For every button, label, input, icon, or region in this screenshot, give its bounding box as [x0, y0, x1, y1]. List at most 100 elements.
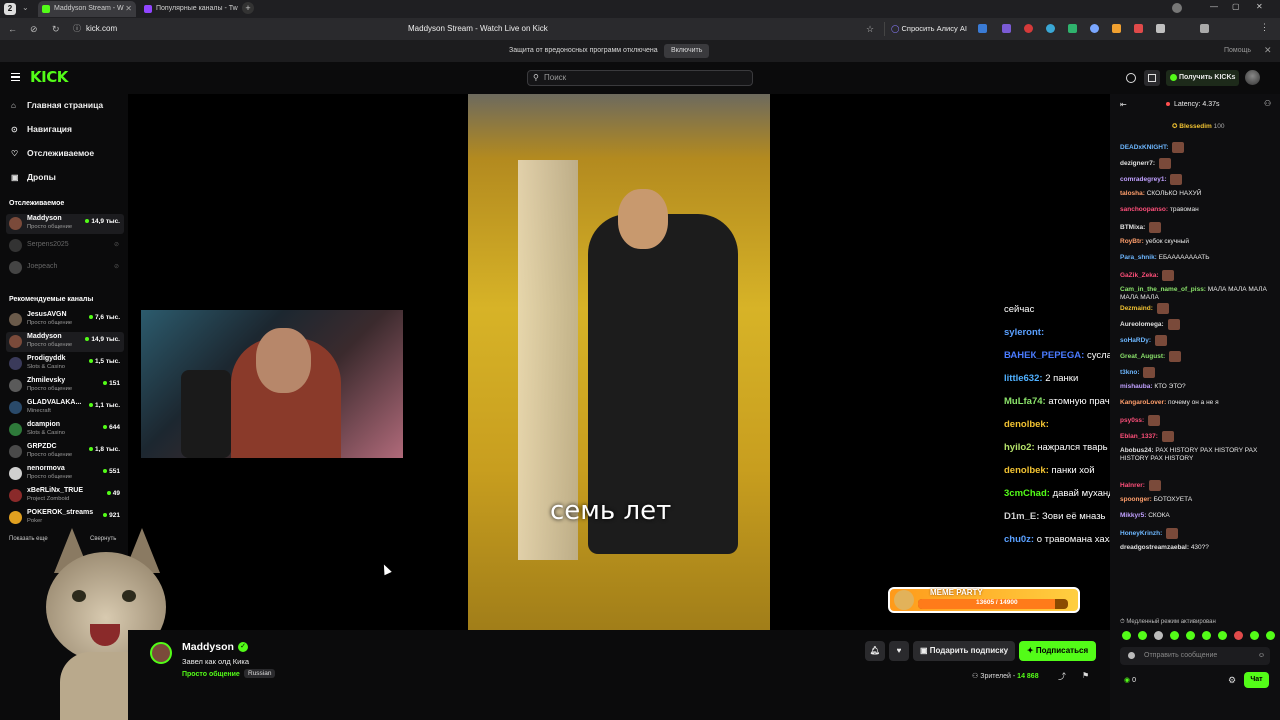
chat-username[interactable]: Cam_in_the_name_of_piss: — [1120, 286, 1206, 293]
sidebar-channel[interactable]: JesusAVGN Просто общение 7,6 тыс. — [6, 310, 124, 330]
nav-browse[interactable]: ⊙ Навигация — [11, 124, 72, 134]
chat-users-icon[interactable]: ⚇ — [1264, 99, 1271, 108]
avatar[interactable] — [1245, 70, 1260, 85]
kick-logo[interactable]: KICK — [30, 68, 68, 86]
chat-username[interactable]: HoneyKrinzh: — [1120, 530, 1162, 537]
extension-icon[interactable] — [978, 24, 987, 33]
chat-username[interactable]: BTMixa: — [1120, 224, 1145, 231]
chat-username[interactable]: DEADxKNIGHT: — [1120, 144, 1168, 151]
chat-username[interactable]: psy0ss: — [1120, 417, 1144, 424]
chat-username[interactable]: Aureolomega: — [1120, 321, 1164, 328]
sidebar-channel[interactable]: nenormova Просто общение 551 — [6, 464, 124, 484]
sidebar-channel[interactable]: Prodigyddk Slots & Casino 1,5 тыс. — [6, 354, 124, 374]
chat-username[interactable]: Great_August: — [1120, 353, 1165, 360]
chat-username[interactable]: GaZik_Zeka: — [1120, 272, 1159, 279]
chat-username[interactable]: RoyBtr: — [1120, 238, 1144, 245]
nav-home[interactable]: ⌂ Главная страница — [11, 100, 103, 110]
site-info-icon[interactable]: ⓘ — [73, 18, 81, 40]
search-input[interactable]: ⚲ Поиск — [527, 70, 753, 86]
nav-following[interactable]: ♡ Отслеживаемое — [11, 148, 94, 158]
maximize-icon[interactable]: ▢ — [1232, 2, 1240, 11]
emote-icon[interactable] — [1218, 631, 1227, 640]
new-tab-icon[interactable]: + — [242, 2, 254, 14]
sidebar-channel[interactable]: xBeRLiNx_TRUE Project Zomboid 49 — [6, 486, 124, 506]
clips-icon[interactable] — [1126, 73, 1136, 83]
chat-username[interactable]: KangaroLover: — [1120, 399, 1166, 406]
emote-icon[interactable] — [1250, 631, 1259, 640]
chat-username[interactable]: Halnrer: — [1120, 482, 1145, 489]
share-icon[interactable]: ⤴ — [1058, 671, 1066, 682]
stream-video[interactable]: семь лет — [468, 94, 770, 630]
sidebar-channel[interactable]: POKEROK_streams Poker 921 — [6, 508, 124, 528]
stream-category-link[interactable]: Просто общение — [182, 671, 240, 678]
extension-icon[interactable] — [1046, 24, 1055, 33]
chat-username[interactable]: Para_shnik: — [1120, 254, 1157, 261]
minimize-icon[interactable]: — — [1210, 2, 1218, 11]
bookmark-icon[interactable]: ☆ — [866, 18, 874, 40]
close-icon[interactable]: ✕ — [125, 1, 132, 17]
channel-points[interactable]: ◉ 0 — [1124, 676, 1136, 684]
chat-settings-icon[interactable]: ⚙ — [1228, 675, 1236, 686]
chat-username[interactable]: Abobus24: — [1120, 447, 1154, 454]
enable-protection-button[interactable]: Включить — [664, 44, 710, 58]
reload-icon[interactable]: ↻ — [52, 18, 60, 40]
menu-dots-icon[interactable]: ⋮ — [1260, 22, 1269, 33]
extension-icon[interactable] — [1156, 24, 1165, 33]
subscribe-button[interactable]: ✦ Подписаться — [1019, 641, 1096, 661]
sidebar-channel[interactable]: Maddyson Просто общение 14,9 тыс. — [6, 214, 124, 234]
sidebar-channel[interactable]: Maddyson Просто общение 14,9 тыс. — [6, 332, 124, 352]
forward-icon[interactable]: ⊘ — [30, 18, 38, 40]
chat-username[interactable]: dreadgostreamzaebal: — [1120, 544, 1189, 551]
emote-icon[interactable] — [1154, 631, 1163, 640]
emote-icon[interactable] — [1266, 631, 1275, 640]
sidebar-channel[interactable]: GLADVALAKA... Minecraft 1,1 тыс. — [6, 398, 124, 418]
gift-subscription-button[interactable]: ▣ Подарить подписку — [913, 641, 1015, 661]
extension-icon[interactable] — [1068, 24, 1077, 33]
report-icon[interactable]: ⚑ — [1082, 671, 1089, 680]
streamer-avatar[interactable] — [150, 642, 172, 664]
chat-username[interactable]: Dezmaind: — [1120, 305, 1153, 312]
ask-alice-button[interactable]: ◯ Спросить Алису AI — [884, 22, 973, 36]
emote-icon[interactable] — [1202, 631, 1211, 640]
emote-icon[interactable] — [1234, 631, 1243, 640]
help-link[interactable]: Помощь — [1224, 47, 1251, 54]
extension-icon[interactable] — [1134, 24, 1143, 33]
chat-username[interactable]: dezignerr7: — [1120, 160, 1155, 167]
chat-username[interactable]: sanchoopanso: — [1120, 206, 1168, 213]
hamburger-menu-icon[interactable] — [11, 73, 20, 81]
sidebar-channel[interactable]: GRPZDC Просто общение 1,8 тыс. — [6, 442, 124, 462]
emote-icon[interactable] — [1138, 631, 1147, 640]
extension-icon[interactable] — [1090, 24, 1099, 33]
get-kicks-button[interactable]: Получить KICKs — [1166, 70, 1239, 86]
browser-tab-active[interactable]: Maddyson Stream - W ✕ — [38, 1, 136, 17]
streamer-name[interactable]: Maddyson — [182, 641, 234, 653]
extension-icon[interactable] — [1112, 24, 1121, 33]
nav-drops[interactable]: ▣ Дропы — [11, 172, 56, 182]
chat-username[interactable]: soHaRDy: — [1120, 337, 1151, 344]
chat-username[interactable]: spoonger: — [1120, 496, 1152, 503]
collapse-chat-icon[interactable]: ⇤ — [1120, 100, 1127, 109]
send-chat-button[interactable]: Чат — [1244, 672, 1269, 688]
emote-icon[interactable] — [1122, 631, 1131, 640]
sidebar-channel-offline[interactable]: Joepeach ⊘ — [6, 258, 124, 278]
sidebar-channel[interactable]: dcampion Slots & Casino 644 — [6, 420, 124, 440]
browser-tab[interactable]: Популярные каналы - Tw — [140, 1, 238, 17]
layout-icon[interactable] — [1144, 70, 1160, 86]
chat-username[interactable]: mishauba: — [1120, 383, 1153, 390]
extensions-puzzle-icon[interactable] — [1200, 24, 1209, 33]
language-tag[interactable]: Russian — [244, 669, 276, 678]
chat-username[interactable]: Mikkyr5: — [1120, 512, 1146, 519]
chat-username[interactable]: t3kno: — [1120, 369, 1140, 376]
emote-icon[interactable] — [1186, 631, 1195, 640]
notifications-button[interactable]: 🔔︎ — [865, 641, 885, 661]
tab-list-icon[interactable]: ⌄ — [22, 3, 29, 12]
chat-username[interactable]: comradegrey1: — [1120, 176, 1167, 183]
chat-input[interactable]: Отправить сообщение ☺ — [1120, 647, 1270, 665]
chat-username[interactable]: Eblan_1337: — [1120, 433, 1158, 440]
extension-icon[interactable] — [1024, 24, 1033, 33]
pinned-user[interactable]: Blessedim — [1179, 123, 1212, 130]
chat-username[interactable]: talosha: — [1120, 190, 1145, 197]
sidebar-channel[interactable]: Zhmilevsky Просто общение 151 — [6, 376, 124, 396]
profile-icon[interactable]: 2 — [4, 3, 16, 15]
close-window-icon[interactable]: ✕ — [1256, 2, 1263, 11]
